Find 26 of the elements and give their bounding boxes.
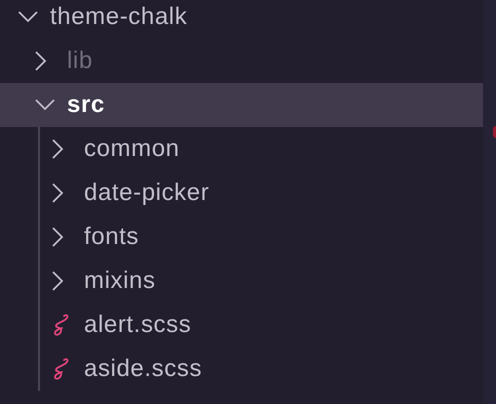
chevron-right-icon[interactable] [52,139,64,159]
file-name: mixins [84,267,156,295]
folder-row[interactable]: common [0,127,483,171]
file-name: common [84,135,180,163]
folder-row[interactable]: theme-chalk [0,0,483,39]
sass-icon [52,313,70,337]
file-name: date-picker [84,179,210,207]
chevron-right-icon[interactable] [52,183,64,203]
chevron-down-icon[interactable] [18,11,38,23]
folder-row[interactable]: src [0,83,483,127]
file-name: fonts [84,223,140,251]
file-name: theme-chalk [50,3,188,31]
folder-row[interactable]: date-picker [0,171,483,215]
file-name: alert.scss [84,311,192,339]
file-name: src [67,91,105,119]
sass-icon [52,357,70,381]
folder-row[interactable]: mixins [0,259,483,303]
file-row[interactable]: alert.scss [0,303,483,347]
file-name: lib [67,47,93,75]
chevron-down-icon[interactable] [35,99,55,111]
chevron-right-icon[interactable] [52,271,64,291]
folder-row[interactable]: fonts [0,215,483,259]
file-row[interactable]: aside.scss [0,347,483,391]
file-name: aside.scss [84,355,202,383]
chevron-right-icon[interactable] [52,227,64,247]
chevron-right-icon[interactable] [35,51,47,71]
